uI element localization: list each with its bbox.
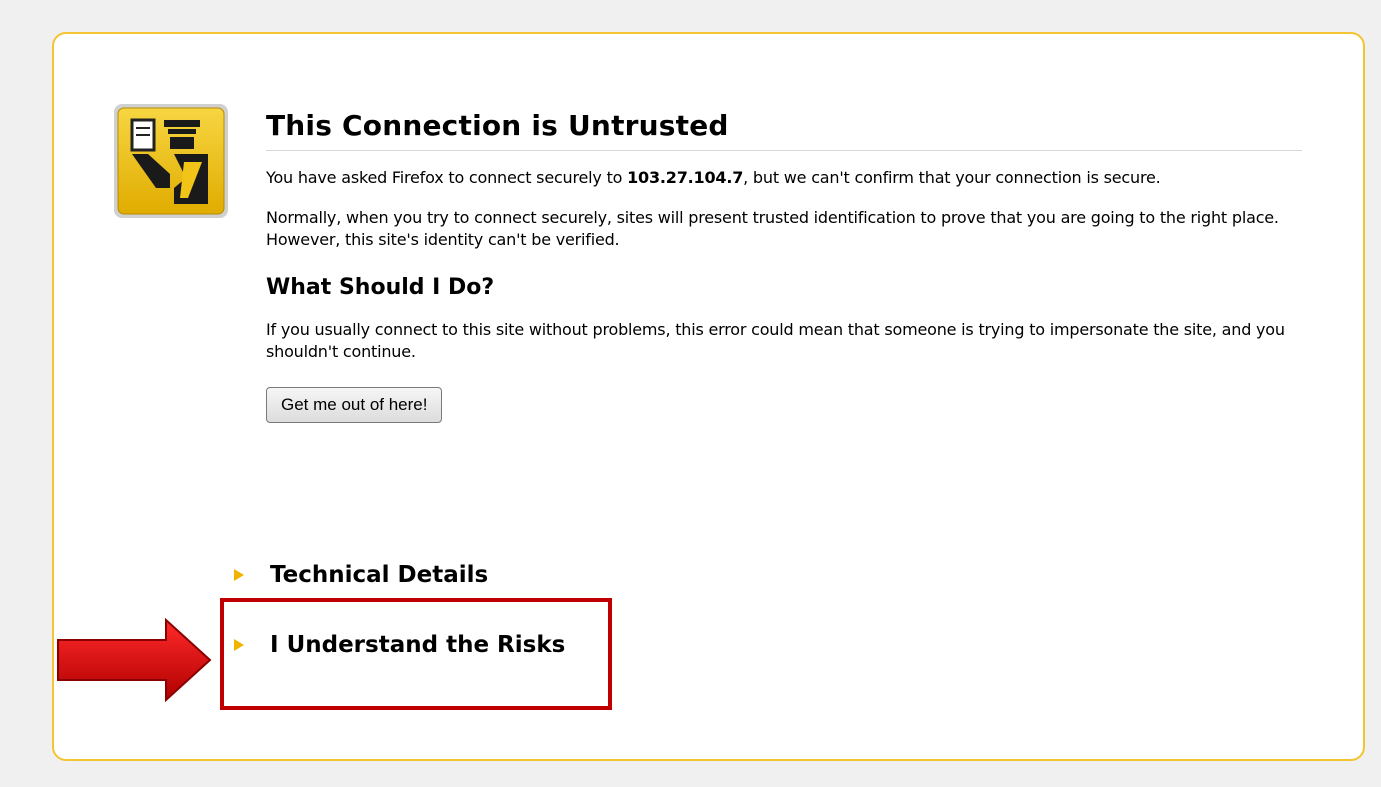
what-should-i-do-heading: What Should I Do?	[266, 275, 495, 300]
host-address: 103.27.104.7	[627, 168, 744, 187]
get-me-out-button[interactable]: Get me out of here!	[266, 387, 443, 423]
annotation-highlight-box	[220, 598, 612, 710]
error-content: This Connection is Untrusted You have as…	[266, 106, 1302, 423]
intro-prefix: You have asked Firefox to connect secure…	[266, 168, 628, 187]
intro-suffix: , but we can't confirm that your connect…	[743, 168, 1161, 187]
explanation-text: Normally, when you try to connect secure…	[266, 208, 1279, 249]
security-officer-icon	[114, 104, 228, 218]
technical-details-label: Technical Details	[270, 562, 489, 588]
page-title: This Connection is Untrusted	[266, 106, 1302, 151]
intro-text: You have asked Firefox to connect secure…	[266, 167, 1302, 189]
triangle-right-icon	[234, 569, 244, 581]
what-should-i-do-text: If you usually connect to this site with…	[266, 320, 1285, 361]
technical-details-expander[interactable]: Technical Details	[234, 562, 488, 588]
arrow-right-icon	[57, 618, 212, 702]
